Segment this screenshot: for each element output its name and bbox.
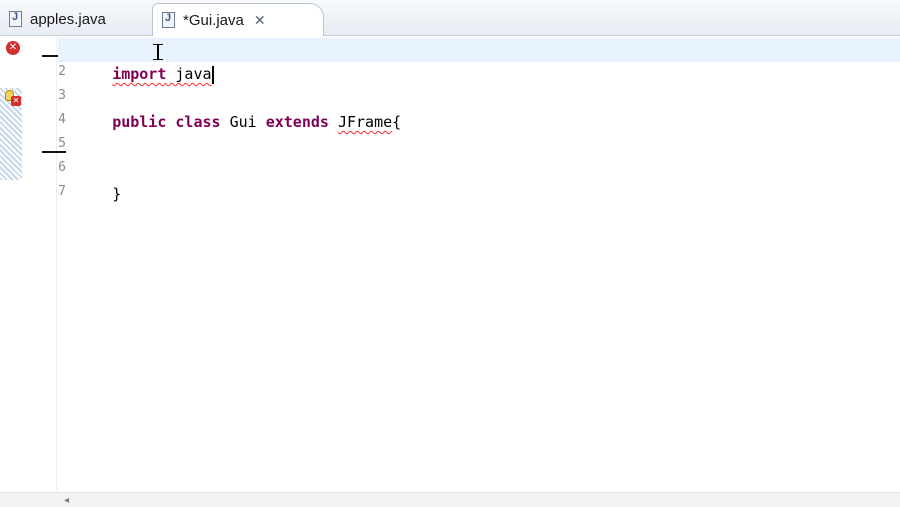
line-number-gutter: 1 2 3 4 5 6 7 xyxy=(22,36,66,492)
type-jframe: JFrame xyxy=(337,113,393,131)
code-line-6[interactable]: } xyxy=(58,158,121,203)
tab-label: apples.java xyxy=(30,10,106,28)
code-editor[interactable]: ✕ ✕ 1 2 3 4 5 6 7 import java public cla… xyxy=(0,36,900,492)
import-path: java xyxy=(166,65,212,83)
java-file-icon xyxy=(9,11,22,27)
editor-tab-bar: apples.java *Gui.java ✕ xyxy=(0,0,900,36)
class-name: Gui xyxy=(220,113,266,131)
open-brace: { xyxy=(392,113,402,131)
tab-apples-java[interactable]: apples.java xyxy=(0,3,150,35)
close-tab-icon[interactable]: ✕ xyxy=(254,12,266,29)
text-caret xyxy=(211,65,214,84)
keyword-extends: extends xyxy=(265,113,329,131)
error-icon[interactable]: ✕ xyxy=(6,41,20,55)
ibeam-cursor-icon xyxy=(153,42,163,62)
code-line-1[interactable]: import java xyxy=(58,38,900,84)
close-brace: } xyxy=(112,185,122,203)
annotation-ruler: ✕ ✕ xyxy=(0,36,22,492)
tab-label: *Gui.java xyxy=(183,11,244,29)
keyword-class: class xyxy=(175,113,221,131)
java-file-icon xyxy=(162,12,175,28)
code-line-3[interactable]: public class Gui extends JFrame{ xyxy=(58,86,401,131)
quick-fix-error-icon[interactable]: ✕ xyxy=(5,90,21,106)
keyword-public: public xyxy=(112,113,167,131)
scroll-left-icon[interactable]: ◂ xyxy=(64,495,69,506)
keyword-import: import xyxy=(112,65,167,83)
horizontal-scrollbar[interactable]: ◂ xyxy=(0,492,900,507)
tab-gui-java[interactable]: *Gui.java ✕ xyxy=(152,3,324,36)
